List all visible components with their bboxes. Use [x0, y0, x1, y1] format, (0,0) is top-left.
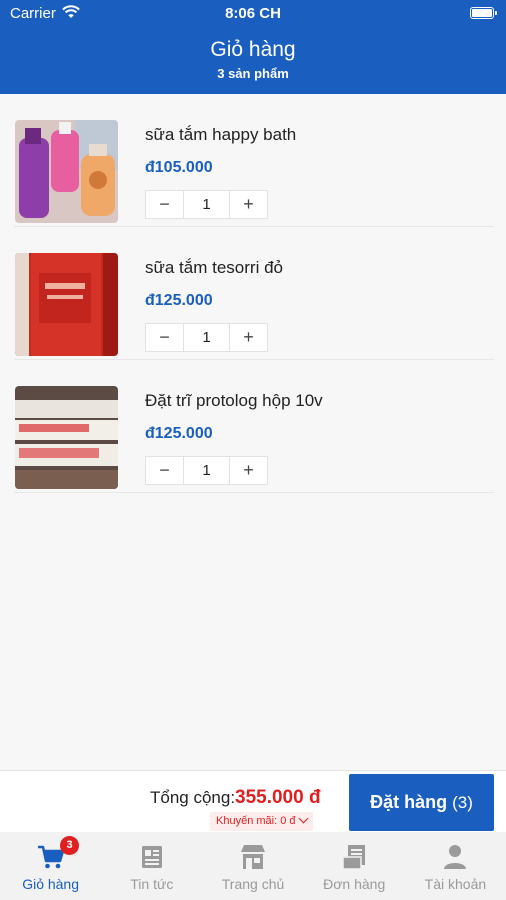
store-icon: [241, 845, 265, 869]
product-image: [15, 253, 118, 356]
tab-label: Đơn hàng: [323, 876, 386, 892]
chevron-down-icon: [298, 813, 308, 824]
product-image: [15, 386, 118, 489]
tab-news[interactable]: Tin tức: [101, 832, 202, 900]
quantity-stepper: − 1 +: [145, 190, 268, 219]
account-icon: [444, 845, 467, 869]
tab-home[interactable]: Trang chủ: [202, 832, 303, 900]
quantity-stepper: − 1 +: [145, 456, 268, 485]
tab-cart[interactable]: 3 Giỏ hàng: [0, 832, 101, 900]
quantity-value[interactable]: 1: [183, 324, 230, 351]
cart-count-badge: 3: [60, 836, 79, 855]
app-header: Carrier 8:06 CH Giỏ hàng 3 sản phẩm: [0, 0, 506, 94]
cart-item[interactable]: sữa tắm happy bath đ105.000 − 1 +: [14, 94, 494, 227]
quantity-stepper: − 1 +: [145, 323, 268, 352]
promo-label: Khuyến mãi: 0 đ: [216, 815, 296, 827]
status-bar: Carrier 8:06 CH: [0, 0, 506, 28]
increase-button[interactable]: +: [230, 324, 267, 351]
product-image: [15, 120, 118, 223]
total-label: Tổng cộng:: [150, 788, 236, 807]
tab-bar: 3 Giỏ hàng Tin tức Trang chủ Đơn hàng Tà…: [0, 832, 506, 900]
order-button-label: Đặt hàng: [370, 792, 448, 812]
cart-item[interactable]: Đặt trĩ protolog hộp 10v đ125.000 − 1 +: [14, 360, 494, 493]
checkout-bar: Tổng cộng: 355.000 đ Khuyến mãi: 0 đ Đặt…: [0, 770, 506, 832]
product-price: đ105.000: [145, 159, 213, 176]
page-subtitle: 3 sản phẩm: [217, 66, 289, 81]
cart-list: sữa tắm happy bath đ105.000 − 1 + sữa tắ…: [0, 94, 506, 493]
battery-icon: [470, 7, 497, 19]
tab-label: Tin tức: [130, 876, 174, 892]
news-icon: [141, 846, 162, 868]
tab-label: Tài khoản: [424, 876, 487, 892]
promo-dropdown[interactable]: Khuyến mãi: 0 đ: [210, 812, 313, 831]
quantity-value[interactable]: 1: [183, 191, 230, 218]
order-button-count: (3): [452, 792, 473, 812]
decrease-button[interactable]: −: [146, 457, 183, 484]
cart-item[interactable]: sữa tắm tesorri đỏ đ125.000 − 1 +: [14, 227, 494, 360]
product-name[interactable]: sữa tắm happy bath: [145, 125, 296, 145]
page-title: Giỏ hàng: [210, 38, 296, 61]
tab-label: Giỏ hàng: [22, 876, 80, 892]
quantity-value[interactable]: 1: [183, 457, 230, 484]
total-value: 355.000 đ: [235, 787, 321, 808]
increase-button[interactable]: +: [230, 457, 267, 484]
product-name[interactable]: sữa tắm tesorri đỏ: [145, 258, 283, 278]
increase-button[interactable]: +: [230, 191, 267, 218]
decrease-button[interactable]: −: [146, 324, 183, 351]
tab-orders[interactable]: Đơn hàng: [304, 832, 405, 900]
place-order-button[interactable]: Đặt hàng (3): [349, 774, 494, 831]
status-time: 8:06 CH: [225, 5, 281, 22]
tab-account[interactable]: Tài khoản: [405, 832, 506, 900]
product-price: đ125.000: [145, 292, 213, 309]
decrease-button[interactable]: −: [146, 191, 183, 218]
product-name[interactable]: Đặt trĩ protolog hộp 10v: [145, 391, 323, 411]
tab-label: Trang chủ: [221, 876, 285, 892]
orders-icon: [342, 845, 366, 870]
product-price: đ125.000: [145, 425, 213, 442]
